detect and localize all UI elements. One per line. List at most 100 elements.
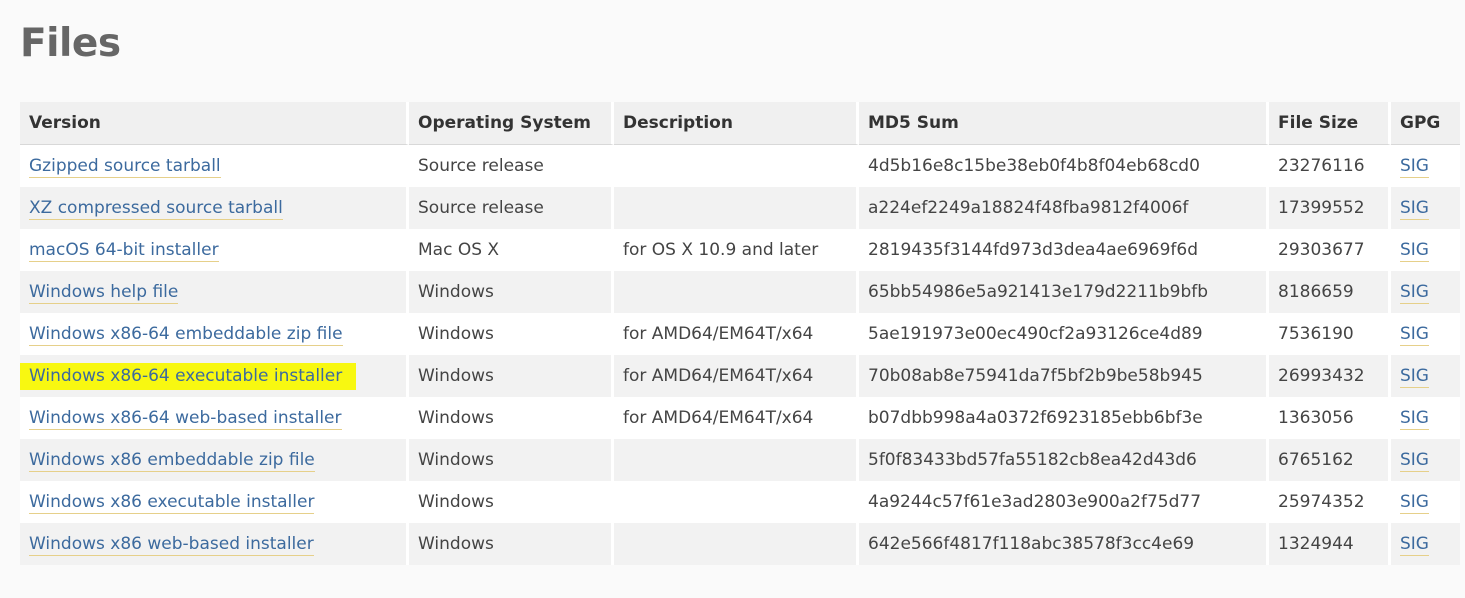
cell-md5-sum: 2819435f3144fd973d3dea4ae6969f6d [859, 229, 1269, 271]
cell-operating-system-text: Mac OS X [418, 240, 500, 260]
cell-version: Windows x86-64 embeddable zip file [20, 313, 409, 355]
download-link[interactable]: Windows x86-64 web-based installer [29, 408, 342, 430]
cell-description [614, 481, 859, 523]
cell-description-text: for OS X 10.9 and later [623, 240, 819, 260]
page-title: Files [20, 21, 121, 66]
cell-version: Windows x86-64 executable installer [20, 355, 409, 397]
cell-md5-sum: 65bb54986e5a921413e179d2211b9bfb [859, 271, 1269, 313]
cell-file-size-text: 1363056 [1278, 408, 1354, 428]
gpg-signature-link[interactable]: SIG [1400, 198, 1429, 220]
cell-version: Windows x86 executable installer [20, 481, 409, 523]
files-table: Version Operating System Description MD5… [20, 102, 1460, 565]
cell-md5-sum: b07dbb998a4a0372f6923185ebb6bf3e [859, 397, 1269, 439]
cell-gpg: SIG [1391, 397, 1460, 439]
download-link[interactable]: Windows x86-64 executable installer [29, 363, 343, 390]
cell-gpg: SIG [1391, 355, 1460, 397]
cell-md5-sum: 4a9244c57f61e3ad2803e900a2f75d77 [859, 481, 1269, 523]
gpg-signature-link[interactable]: SIG [1400, 282, 1429, 304]
download-link[interactable]: Windows help file [29, 282, 179, 304]
cell-md5-sum-text: 70b08ab8e75941da7f5bf2b9be58b945 [868, 366, 1203, 386]
cell-gpg: SIG [1391, 145, 1460, 187]
cell-operating-system: Mac OS X [409, 229, 614, 271]
cell-md5-sum-text: 642e566f4817f118abc38578f3cc4e69 [868, 534, 1195, 554]
cell-operating-system: Windows [409, 481, 614, 523]
table-row: Windows x86 web-based installer Windows 64… [20, 523, 1460, 565]
table-row: Gzipped source tarball Source release 4d5b… [20, 145, 1460, 187]
cell-operating-system: Windows [409, 397, 614, 439]
cell-file-size-text: 6765162 [1278, 450, 1354, 470]
cell-operating-system-text: Windows [418, 492, 494, 512]
cell-file-size-text: 7536190 [1278, 324, 1354, 344]
column-header-file-size: File Size [1269, 102, 1391, 145]
gpg-signature-link[interactable]: SIG [1400, 408, 1429, 430]
cell-file-size-text: 26993432 [1278, 366, 1365, 386]
download-link[interactable]: Windows x86 embeddable zip file [29, 450, 315, 472]
cell-file-size: 1363056 [1269, 397, 1391, 439]
cell-md5-sum-text: b07dbb998a4a0372f6923185ebb6bf3e [868, 408, 1203, 428]
gpg-signature-link[interactable]: SIG [1400, 366, 1429, 388]
cell-description-text: for AMD64/EM64T/x64 [623, 408, 814, 428]
table-row: Windows x86-64 web-based installer Window… [20, 397, 1460, 439]
cell-file-size-text: 17399552 [1278, 198, 1365, 218]
cell-operating-system-text: Windows [418, 534, 494, 554]
gpg-signature-link[interactable]: SIG [1400, 156, 1429, 178]
download-link[interactable]: XZ compressed source tarball [29, 198, 283, 220]
cell-file-size-text: 29303677 [1278, 240, 1365, 260]
cell-description: for OS X 10.9 and later [614, 229, 859, 271]
cell-version: Gzipped source tarball [20, 145, 409, 187]
download-link[interactable]: Windows x86 executable installer [29, 492, 315, 514]
cell-gpg: SIG [1391, 313, 1460, 355]
cell-version: XZ compressed source tarball [20, 187, 409, 229]
cell-description [614, 145, 859, 187]
cell-md5-sum: 5f0f83433bd57fa55182cb8ea42d43d6 [859, 439, 1269, 481]
cell-md5-sum: 5ae191973e00ec490cf2a93126ce4d89 [859, 313, 1269, 355]
download-link[interactable]: macOS 64-bit installer [29, 240, 219, 262]
cell-operating-system: Windows [409, 523, 614, 565]
table-row: Windows x86-64 embeddable zip file Window… [20, 313, 1460, 355]
download-link[interactable]: Windows x86-64 embeddable zip file [29, 324, 343, 346]
cell-md5-sum-text: 2819435f3144fd973d3dea4ae6969f6d [868, 240, 1199, 260]
table-row: Windows x86-64 executable installer Windo… [20, 355, 1460, 397]
cell-description [614, 523, 859, 565]
cell-description-text: for AMD64/EM64T/x64 [623, 324, 814, 344]
cell-version: Windows x86 embeddable zip file [20, 439, 409, 481]
cell-file-size: 17399552 [1269, 187, 1391, 229]
column-header-operating-system: Operating System [409, 102, 614, 145]
gpg-signature-link[interactable]: SIG [1400, 534, 1429, 556]
table-row: Windows x86 executable installer Windows 4… [20, 481, 1460, 523]
files-page: Files Version Operating System Descripti… [0, 0, 1465, 598]
cell-gpg: SIG [1391, 187, 1460, 229]
cell-operating-system-text: Windows [418, 450, 494, 470]
cell-version: Windows x86-64 web-based installer [20, 397, 409, 439]
cell-operating-system-text: Windows [418, 366, 494, 386]
gpg-signature-link[interactable]: SIG [1400, 492, 1429, 514]
cell-md5-sum-text: 4d5b16e8c15be38eb0f4b8f04eb68cd0 [868, 156, 1200, 176]
cell-description [614, 439, 859, 481]
gpg-signature-link[interactable]: SIG [1400, 240, 1429, 262]
cell-description: for AMD64/EM64T/x64 [614, 355, 859, 397]
cell-md5-sum-text: 65bb54986e5a921413e179d2211b9bfb [868, 282, 1209, 302]
column-header-md5-sum: MD5 Sum [859, 102, 1269, 145]
cell-gpg: SIG [1391, 229, 1460, 271]
cell-description: for AMD64/EM64T/x64 [614, 397, 859, 439]
cell-operating-system-text: Windows [418, 282, 494, 302]
cell-file-size-text: 1324944 [1278, 534, 1354, 554]
table-row: Windows x86 embeddable zip file Windows 5f… [20, 439, 1460, 481]
cell-gpg: SIG [1391, 481, 1460, 523]
table-header-row: Version Operating System Description MD5… [20, 102, 1460, 145]
cell-operating-system-text: Source release [418, 198, 544, 218]
gpg-signature-link[interactable]: SIG [1400, 450, 1429, 472]
column-header-version: Version [20, 102, 409, 145]
gpg-signature-link[interactable]: SIG [1400, 324, 1429, 346]
cell-file-size: 23276116 [1269, 145, 1391, 187]
cell-file-size: 6765162 [1269, 439, 1391, 481]
cell-operating-system: Windows [409, 355, 614, 397]
download-link[interactable]: Gzipped source tarball [29, 156, 221, 178]
cell-operating-system-text: Windows [418, 324, 494, 344]
cell-file-size: 29303677 [1269, 229, 1391, 271]
cell-operating-system: Source release [409, 145, 614, 187]
cell-version: Windows x86 web-based installer [20, 523, 409, 565]
cell-operating-system-text: Windows [418, 408, 494, 428]
table-row: macOS 64-bit installer Mac OS X for OS X 1… [20, 229, 1460, 271]
download-link[interactable]: Windows x86 web-based installer [29, 534, 314, 556]
